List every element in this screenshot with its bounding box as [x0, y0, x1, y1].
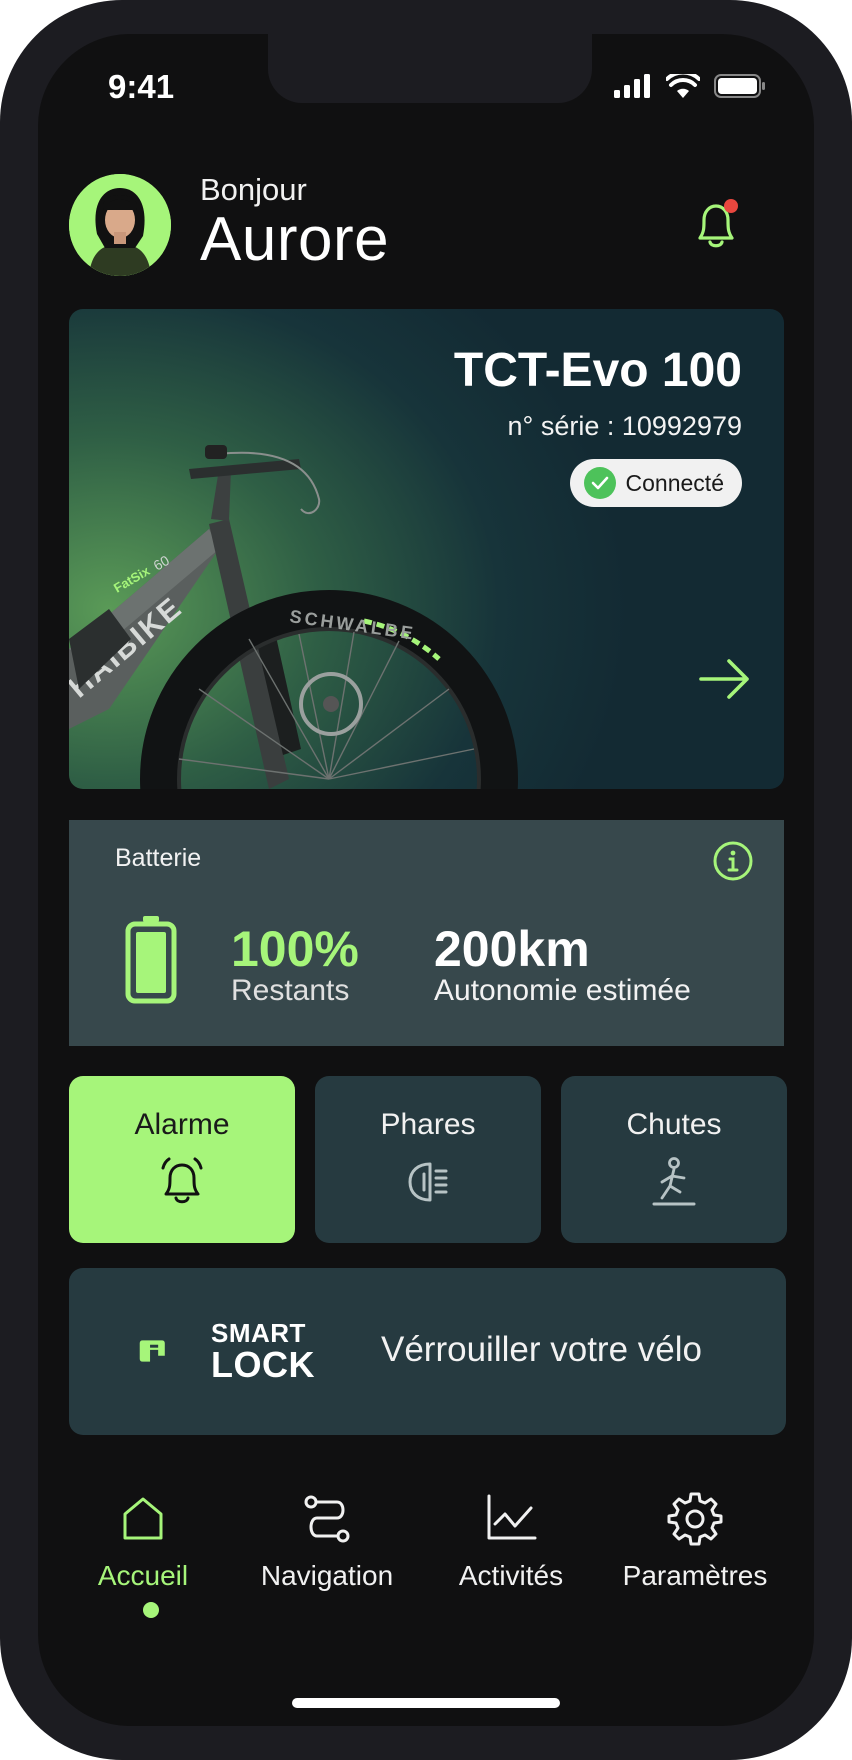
- alarm-button[interactable]: Alarme: [69, 1076, 295, 1243]
- nav-activities[interactable]: Activités: [421, 1490, 601, 1592]
- cellular-signal-icon: [614, 74, 650, 98]
- nav-settings[interactable]: Paramètres: [605, 1490, 785, 1592]
- smart-lock-brand-bottom: LOCK: [211, 1344, 315, 1385]
- lock-bike-label: Vérrouiller votre vélo: [381, 1330, 702, 1369]
- battery-title: Batterie: [115, 844, 202, 872]
- arrow-right-icon: [699, 659, 749, 699]
- nav-navigation-label: Navigation: [260, 1560, 394, 1591]
- smart-lock-card[interactable]: SMART LOCK Vérrouiller votre vélo: [69, 1268, 786, 1435]
- fall-detection-button[interactable]: Chutes: [561, 1076, 787, 1243]
- app-screen: 9:41 Bonjour Aurore HAIBIKE FatSix 60 SC…: [38, 34, 814, 1726]
- info-icon: [713, 841, 753, 881]
- connection-status-badge: Connecté: [569, 459, 742, 507]
- nav-navigation[interactable]: Navigation: [237, 1490, 417, 1592]
- phone-frame: 9:41 Bonjour Aurore HAIBIKE FatSix 60 SC…: [0, 0, 852, 1760]
- bike-details-button[interactable]: [697, 654, 753, 704]
- bike-card[interactable]: HAIBIKE FatSix 60 SCHWALBE TCT-Evo 100 n…: [69, 309, 784, 789]
- nav-home-label: Accueil: [97, 1560, 189, 1591]
- wifi-icon: [666, 74, 700, 98]
- notification-dot: [724, 199, 738, 213]
- battery-percentage: 100%: [231, 921, 359, 977]
- battery-card: Batterie 100% Restants 200km Autonomie e…: [69, 820, 784, 1046]
- estimated-range: 200km: [434, 921, 590, 977]
- active-tab-indicator: [143, 1602, 159, 1618]
- user-name: Aurore: [200, 205, 390, 274]
- status-icons: [614, 74, 766, 98]
- fall-detection-icon: [652, 1157, 696, 1206]
- avatar-portrait: [69, 174, 171, 276]
- nav-home[interactable]: Accueil: [53, 1490, 233, 1592]
- battery-percentage-label: Restants: [231, 974, 350, 1007]
- connection-status-label: Connecté: [625, 469, 724, 496]
- greeting: Bonjour: [200, 172, 307, 207]
- headlight-icon: [408, 1162, 448, 1202]
- route-icon: [304, 1495, 350, 1543]
- status-time: 9:41: [108, 68, 175, 105]
- bell-icon: [161, 1157, 203, 1204]
- notch: [268, 34, 592, 103]
- battery-info-button[interactable]: [712, 840, 754, 882]
- battery-status-icon: [714, 74, 765, 98]
- chart-icon: [487, 1494, 537, 1540]
- home-indicator[interactable]: [292, 1698, 560, 1708]
- check-icon: [583, 467, 616, 499]
- notifications-button[interactable]: [686, 194, 746, 254]
- bike-serial-number: n° série : 10992979: [507, 411, 742, 441]
- gear-icon: [667, 1492, 723, 1546]
- bike-model: TCT-Evo 100: [453, 344, 742, 397]
- battery-icon: [125, 916, 177, 1004]
- fall-detection-label: Chutes: [626, 1108, 722, 1141]
- estimated-range-label: Autonomie estimée: [434, 974, 691, 1007]
- alarm-label: Alarme: [134, 1108, 230, 1141]
- bell-icon: [698, 199, 738, 248]
- home-icon: [123, 1497, 163, 1540]
- avatar[interactable]: [69, 174, 171, 276]
- nav-settings-label: Paramètres: [622, 1560, 768, 1591]
- headlights-label: Phares: [380, 1108, 476, 1141]
- smart-lock-logo: [139, 1340, 165, 1362]
- nav-activities-label: Activités: [458, 1560, 564, 1591]
- headlights-button[interactable]: Phares: [315, 1076, 541, 1243]
